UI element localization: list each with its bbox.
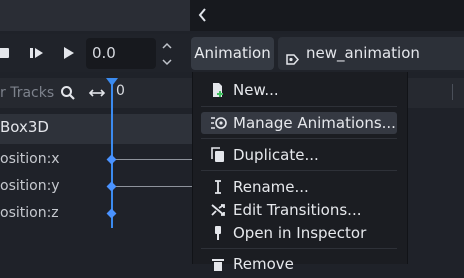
search-icon: [60, 85, 76, 101]
animation-menu-button[interactable]: Animation: [191, 37, 274, 70]
track-line: [112, 159, 192, 160]
track-line: [112, 186, 192, 187]
menu-separator: [201, 170, 397, 171]
trash-icon: [210, 256, 226, 272]
top-bar-right-panel: [190, 0, 464, 31]
animation-dropdown-menu: New... Manage Animations... Duplicate...…: [192, 72, 408, 273]
menu-item-label: Open in Inspector: [233, 224, 367, 242]
menu-item-label: Duplicate...: [233, 146, 319, 164]
track-label[interactable]: osition:z: [0, 205, 59, 221]
menu-item-edit-transitions[interactable]: Edit Transitions...: [201, 199, 397, 221]
transitions-icon: [210, 202, 226, 218]
top-bar-left-panel: [0, 0, 190, 31]
horizontal-resize-icon[interactable]: [88, 84, 106, 102]
menu-item-label: Remove: [233, 255, 294, 273]
keyframe[interactable]: [106, 181, 117, 192]
track-label[interactable]: osition:x: [0, 151, 60, 167]
menu-item-remove[interactable]: Remove: [201, 253, 397, 275]
menu-item-label: Rename...: [233, 178, 309, 196]
menu-item-duplicate[interactable]: Duplicate...: [201, 144, 397, 166]
play-from-start-icon[interactable]: [26, 42, 48, 64]
play-icon[interactable]: [57, 42, 79, 64]
animation-icon: [285, 46, 300, 65]
stop-icon[interactable]: [0, 42, 16, 64]
menu-item-label: Edit Transitions...: [233, 201, 362, 219]
inspector-icon: [210, 225, 226, 241]
track-node-label: Box3D: [0, 118, 49, 136]
rename-cursor-icon: [210, 179, 226, 195]
menu-item-label: Manage Animations...: [233, 114, 396, 132]
ruler-tick: [452, 84, 453, 100]
animation-library-icon: [210, 115, 227, 131]
playhead-handle[interactable]: [106, 78, 118, 86]
menu-item-manage-animations[interactable]: Manage Animations...: [201, 112, 397, 134]
menu-separator: [201, 138, 397, 139]
menu-item-new[interactable]: New...: [201, 79, 397, 101]
menu-item-label: New...: [233, 81, 279, 99]
time-spinner-icon[interactable]: [160, 39, 174, 69]
menu-item-open-in-inspector[interactable]: Open in Inspector: [201, 222, 397, 244]
track-label[interactable]: osition:y: [0, 178, 60, 194]
chevron-left-icon[interactable]: [196, 4, 210, 26]
menu-item-rename[interactable]: Rename...: [201, 176, 397, 198]
keyframe[interactable]: [106, 154, 117, 165]
time-input[interactable]: 0.0: [86, 38, 156, 69]
keyframe[interactable]: [106, 208, 117, 219]
animation-select[interactable]: new_animation: [278, 37, 464, 70]
animation-select-value: new_animation: [306, 44, 420, 62]
menu-separator: [201, 106, 397, 107]
duplicate-icon: [210, 147, 226, 163]
new-file-icon: [210, 82, 226, 98]
menu-separator: [201, 248, 397, 249]
